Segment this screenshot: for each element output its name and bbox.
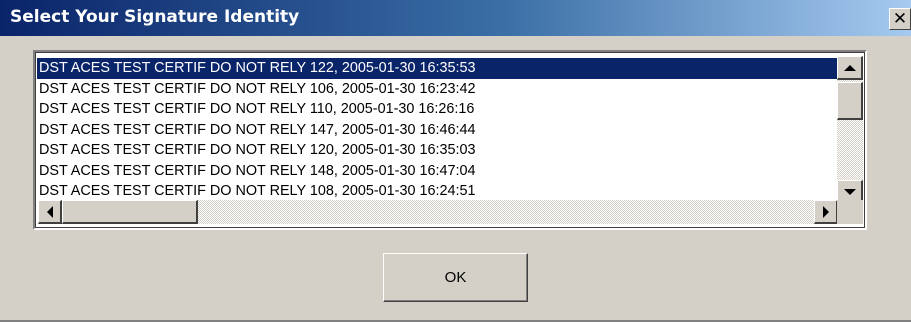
- vertical-scrollbar[interactable]: [837, 56, 863, 204]
- close-icon: ✕: [892, 8, 908, 29]
- close-button[interactable]: ✕: [889, 8, 911, 30]
- arrow-right-icon: [822, 205, 829, 218]
- list-item[interactable]: DST ACES TEST CERTIF DO NOT RELY 122, 20…: [37, 58, 863, 79]
- scrollbar-corner: [837, 200, 863, 224]
- scroll-up-button[interactable]: [837, 56, 863, 80]
- list-item[interactable]: DST ACES TEST CERTIF DO NOT RELY 147, 20…: [37, 120, 863, 141]
- scroll-left-button[interactable]: [38, 200, 62, 224]
- identity-list: DST ACES TEST CERTIF DO NOT RELY 122, 20…: [37, 58, 863, 202]
- list-item[interactable]: DST ACES TEST CERTIF DO NOT RELY 148, 20…: [37, 161, 863, 182]
- horizontal-scroll-thumb[interactable]: [62, 200, 198, 224]
- scroll-right-button[interactable]: [814, 200, 838, 224]
- ok-button[interactable]: OK: [383, 253, 528, 302]
- list-item[interactable]: DST ACES TEST CERTIF DO NOT RELY 120, 20…: [37, 140, 863, 161]
- window-title: Select Your Signature Identity: [10, 7, 300, 27]
- arrow-down-icon: [843, 188, 856, 195]
- vertical-scroll-thumb[interactable]: [837, 82, 863, 120]
- arrow-up-icon: [843, 64, 856, 71]
- list-item[interactable]: DST ACES TEST CERTIF DO NOT RELY 108, 20…: [37, 181, 863, 202]
- list-item[interactable]: DST ACES TEST CERTIF DO NOT RELY 106, 20…: [37, 79, 863, 100]
- arrow-left-icon: [46, 205, 53, 218]
- identity-listbox[interactable]: DST ACES TEST CERTIF DO NOT RELY 122, 20…: [33, 50, 867, 230]
- list-item[interactable]: DST ACES TEST CERTIF DO NOT RELY 110, 20…: [37, 99, 863, 120]
- title-bar: Select Your Signature Identity ✕: [0, 0, 911, 36]
- horizontal-scrollbar[interactable]: [38, 200, 838, 224]
